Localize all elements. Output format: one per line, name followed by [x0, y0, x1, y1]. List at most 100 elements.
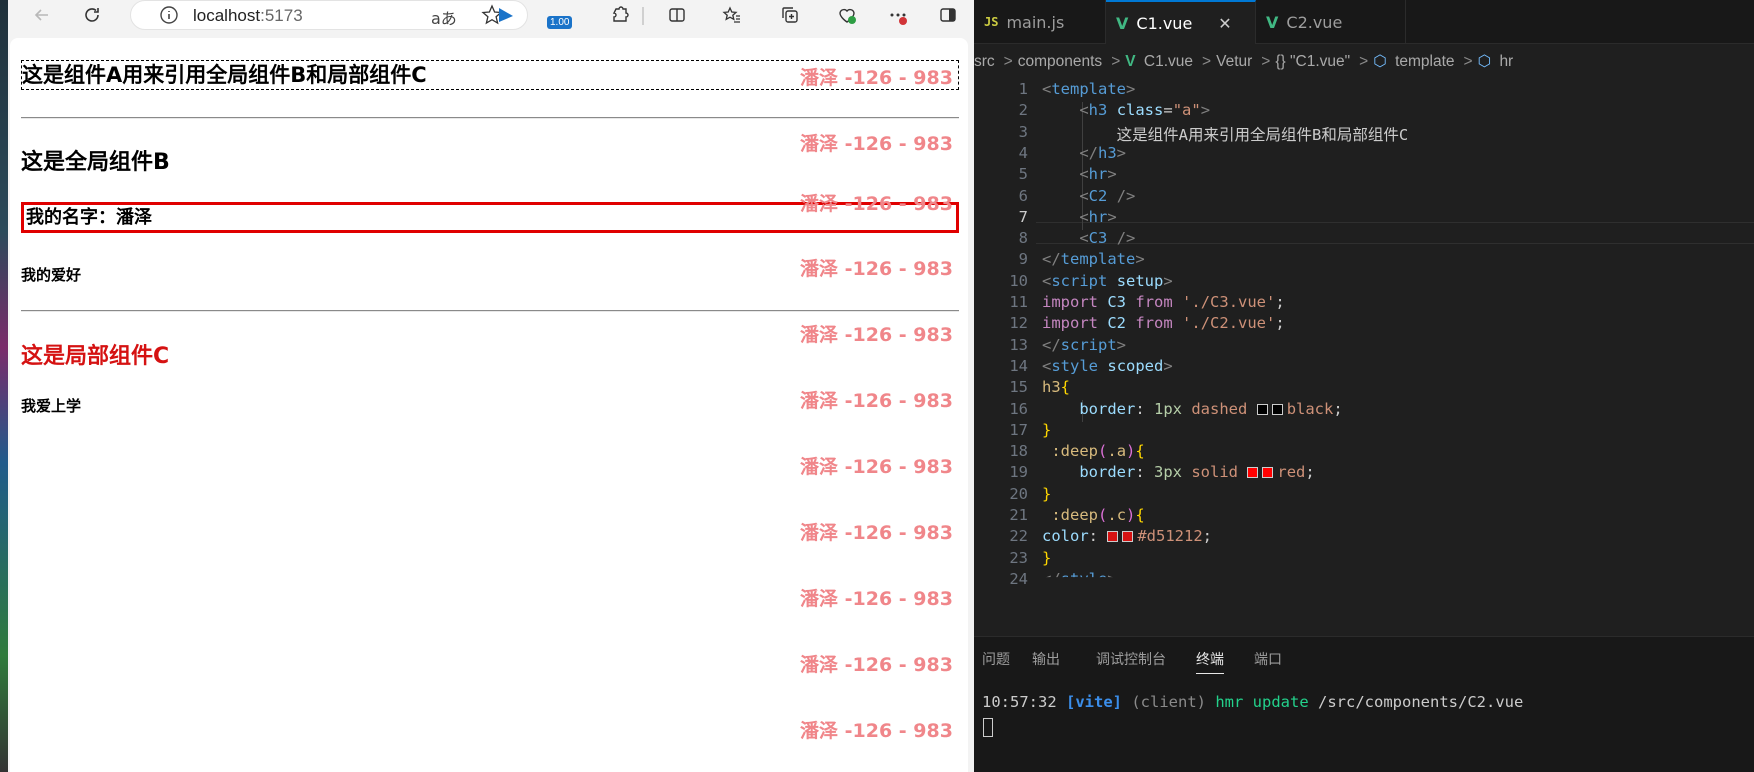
back-arrow-icon[interactable]	[28, 2, 56, 28]
breadcrumb-separator: >	[1111, 53, 1121, 70]
close-icon[interactable]: ✕	[1218, 14, 1231, 33]
line-number: 23	[1009, 548, 1028, 567]
code-line: 这是组件A用来引用全局组件B和局部组件C	[1042, 123, 1409, 145]
terminal-cursor[interactable]	[983, 718, 993, 737]
site-info-icon[interactable]	[159, 5, 179, 25]
line-number: 21	[1009, 506, 1028, 524]
breadcrumb-template[interactable]: template	[1395, 53, 1454, 70]
tab-main-js[interactable]: JS main.js	[974, 0, 1106, 44]
terminal-tag: [vite]	[1066, 693, 1122, 711]
tab-problems[interactable]: 问题	[982, 649, 1010, 669]
tab-output[interactable]: 输出	[1032, 649, 1060, 669]
watermark: 潘泽 -126 - 983	[800, 522, 953, 544]
extensions-puzzle-icon[interactable]	[606, 2, 634, 28]
more-options-icon[interactable]	[884, 2, 912, 28]
component-b-heading: 这是全局组件B	[21, 150, 170, 175]
watermark: 潘泽 -126 - 983	[800, 588, 953, 610]
watermark: 潘泽 -126 - 983	[800, 258, 953, 280]
watermark: 潘泽 -126 - 983	[800, 720, 953, 742]
browser-essentials-icon[interactable]	[833, 2, 861, 28]
color-swatch[interactable]	[1271, 403, 1283, 415]
url-text[interactable]: localhost:5173	[193, 6, 303, 26]
watermark: 潘泽 -126 - 983	[800, 133, 953, 155]
line-number: 5	[1018, 165, 1028, 184]
breadcrumb-block[interactable]: {} "C1.vue"	[1275, 53, 1350, 70]
breadcrumb-components[interactable]: components	[1018, 53, 1102, 70]
line-number: 20	[1009, 484, 1028, 503]
breadcrumb-hr[interactable]: hr	[1499, 53, 1513, 70]
screen: localhost:5173 aあ 1.00 这是组件A用来引用全局组件B和局部…	[0, 0, 1754, 772]
color-swatch[interactable]	[1256, 403, 1268, 415]
vscode-window: JS main.js V C1.vue ✕ V C2.vue src > compo…	[974, 0, 1754, 772]
line-number: 22	[1009, 527, 1028, 546]
breadcrumb-src[interactable]: src	[974, 53, 995, 70]
collections-icon[interactable]	[776, 2, 804, 28]
code-line: <script setup>	[1042, 271, 1173, 290]
tab-c1-vue[interactable]: V C1.vue ✕	[1106, 0, 1256, 44]
tab-terminal[interactable]: 终端	[1196, 649, 1224, 674]
breadcrumb-separator: >	[1261, 53, 1271, 70]
code-line: <h3 class="a">	[1079, 101, 1211, 120]
code-editor[interactable]: 1 2 3 4 5 6 7 8 9 10 11 12 13 14 15 16 1…	[974, 80, 1754, 630]
terminal-path: /src/components/C2.vue	[1318, 693, 1524, 711]
breadcrumb-file[interactable]: C1.vue	[1144, 53, 1193, 70]
breadcrumb-separator: >	[1359, 53, 1369, 70]
color-swatch[interactable]	[1247, 467, 1259, 479]
code-line: color: #d51212;	[1042, 527, 1213, 546]
sidebar-toggle-icon[interactable]	[934, 2, 962, 28]
line-number: 9	[1018, 250, 1028, 269]
vue-file-icon: V	[1125, 53, 1136, 70]
watermark: 潘泽 -126 - 983	[800, 456, 953, 478]
bottom-panel: 问题 输出 调试控制台 终端 端口 10:57:32 [vite] (clien…	[974, 636, 1754, 772]
line-number: 16	[1009, 399, 1028, 418]
color-swatch[interactable]	[1262, 467, 1274, 479]
watermark: 潘泽 -126 - 983	[800, 654, 953, 676]
address-bar[interactable]: localhost:5173 aあ	[130, 0, 528, 30]
code-line: </template>	[1042, 250, 1145, 269]
code-line: }	[1042, 548, 1052, 567]
current-line-highlight	[1036, 222, 1754, 244]
split-screen-icon[interactable]	[663, 2, 691, 28]
toolbar-divider	[642, 7, 644, 25]
breadcrumb-separator: >	[1003, 53, 1013, 70]
code-line: border: 3px solid red;	[1079, 463, 1315, 482]
tab-debug-console[interactable]: 调试控制台	[1096, 649, 1166, 669]
code-line: </script>	[1042, 335, 1127, 354]
tab-c2-vue[interactable]: V C2.vue	[1256, 0, 1406, 44]
code-string: './C2.vue'	[1182, 314, 1276, 333]
line-number: 8	[1018, 229, 1028, 248]
line-number: 6	[1018, 186, 1028, 205]
code-line: <C3 />	[1079, 229, 1136, 248]
color-swatch[interactable]	[1122, 531, 1134, 543]
code-line: import C3 from './C3.vue';	[1042, 293, 1285, 311]
code-line: :deep(.c){	[1051, 506, 1145, 524]
extension-vite-icon[interactable]	[492, 2, 520, 28]
editor-tabs: JS main.js V C1.vue ✕ V C2.vue	[974, 0, 1754, 44]
symbol-icon: ⬡	[1477, 53, 1492, 70]
code-line: <style scoped>	[1042, 356, 1173, 375]
tab-label: main.js	[1006, 12, 1065, 32]
breadcrumb-vetur[interactable]: Vetur	[1216, 53, 1252, 70]
code-line: border: 1px dashed black;	[1079, 399, 1343, 418]
read-aloud-icon[interactable]: aあ	[431, 5, 457, 29]
code-line: <hr>	[1079, 207, 1117, 226]
watermark: 潘泽 -126 - 983	[800, 67, 953, 89]
terminal-action: hmr update	[1215, 693, 1309, 711]
tab-ports[interactable]: 端口	[1254, 649, 1282, 669]
line-number: 11	[1009, 293, 1028, 311]
line-number: 15	[1009, 378, 1028, 397]
refresh-icon[interactable]	[78, 2, 106, 28]
color-swatch[interactable]	[1107, 531, 1119, 543]
line-number: 10	[1009, 271, 1028, 290]
favorites-list-icon[interactable]	[718, 2, 746, 28]
code-value: red	[1277, 463, 1306, 482]
symbol-icon: ⬡	[1373, 53, 1387, 70]
line-number: 19	[1009, 463, 1028, 482]
code-value: #d51212	[1137, 527, 1203, 546]
code-line: import C2 from './C2.vue';	[1042, 314, 1285, 333]
line-number: 17	[1009, 420, 1028, 439]
watermark: 潘泽 -126 - 983	[800, 193, 953, 215]
code-line: </h3>	[1079, 143, 1127, 162]
component-c-heading: 这是局部组件C	[21, 344, 170, 369]
breadcrumb-separator: >	[1463, 53, 1473, 70]
